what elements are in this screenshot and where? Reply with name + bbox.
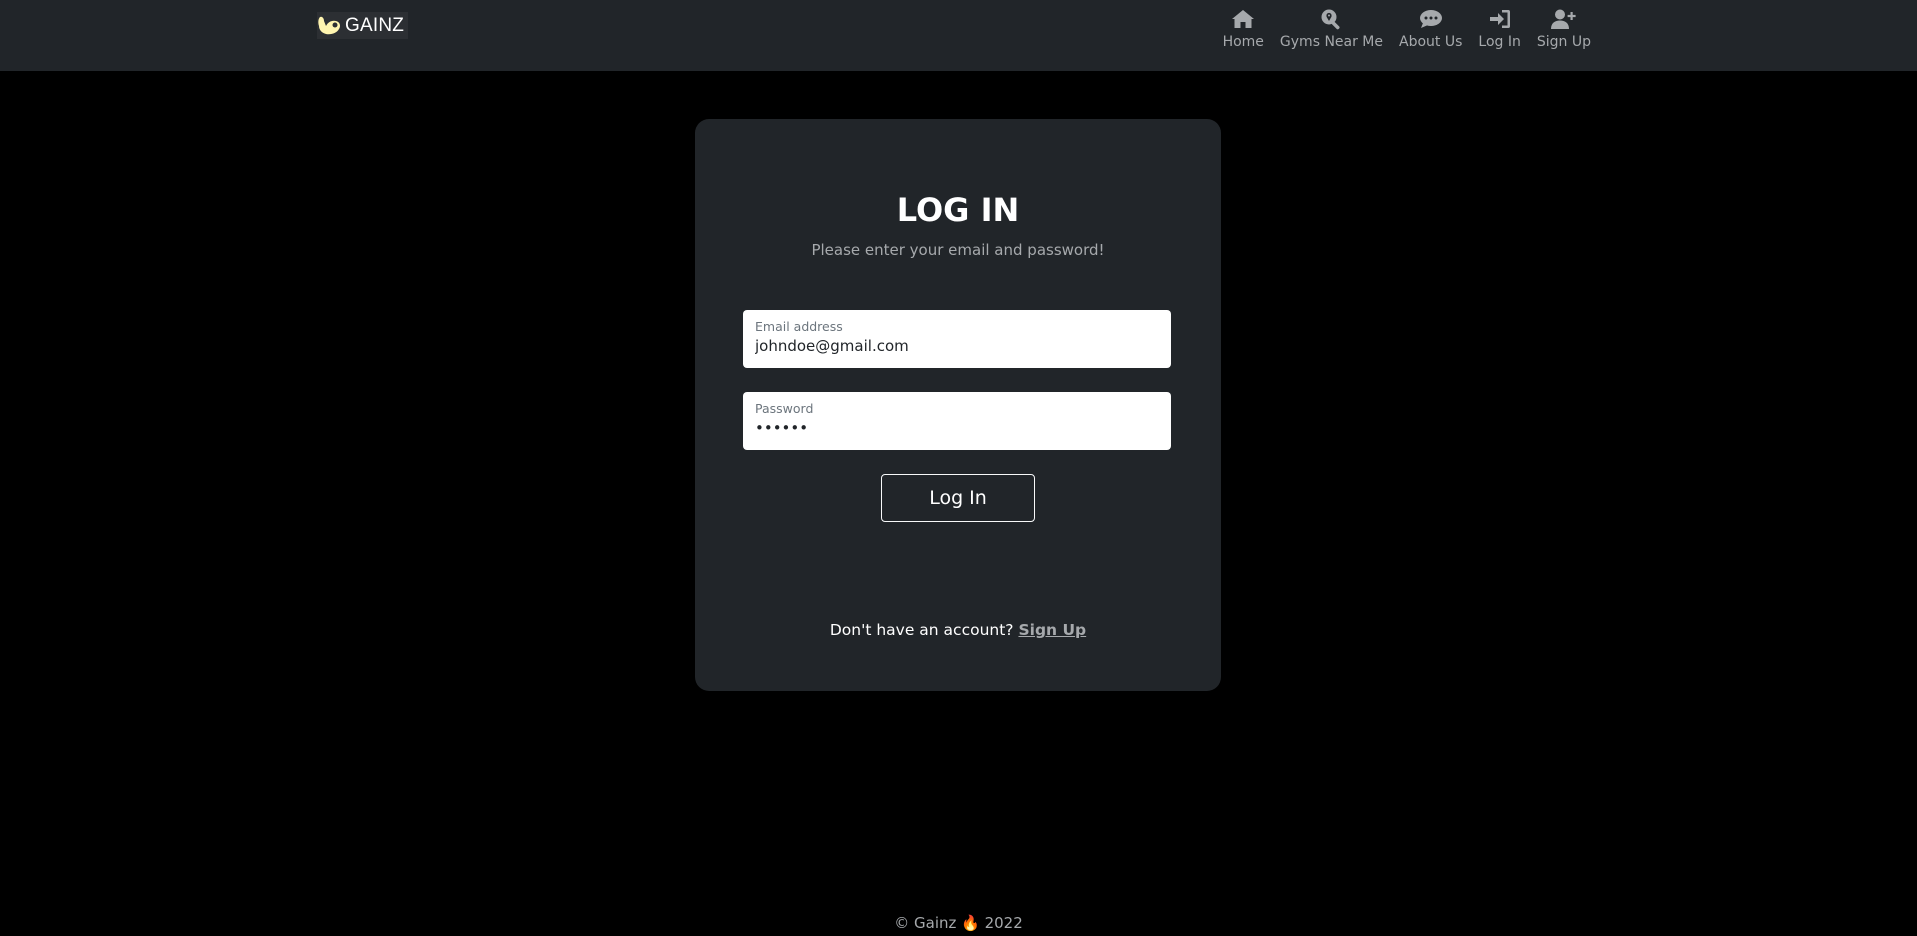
brand-logo[interactable]: GAINZ [317, 12, 409, 39]
nav-item-sign-up[interactable]: Sign Up [1529, 0, 1599, 50]
navbar: GAINZ Home Gyms Near Me About Us Log In … [0, 0, 1917, 71]
password-field[interactable]: Password [743, 392, 1171, 450]
footer: © Gainz 🔥 2022 [894, 914, 1023, 932]
nav-item-label: Sign Up [1536, 34, 1591, 50]
search-location-icon [1320, 6, 1342, 32]
nav-item-label: Home [1222, 34, 1264, 50]
log-in-button[interactable]: Log In [881, 474, 1035, 522]
password-label: Password [755, 401, 814, 416]
login-subtitle: Please enter your email and password! [811, 241, 1105, 259]
nav-item-about-us[interactable]: About Us [1391, 0, 1470, 50]
sign-in-icon [1489, 6, 1511, 32]
comment-dots-icon [1419, 6, 1443, 32]
email-label: Email address [755, 319, 843, 334]
nav-item-label: Log In [1478, 34, 1521, 50]
home-icon [1231, 6, 1255, 32]
login-card: LOG IN Please enter your email and passw… [695, 119, 1221, 691]
nav-item-label: About Us [1399, 34, 1463, 50]
signup-prompt-text: Don't have an account? [829, 621, 1014, 639]
signup-prompt: Don't have an account? Sign Up [695, 621, 1221, 639]
flexed-arm-icon [318, 16, 340, 34]
email-input[interactable] [755, 337, 1159, 355]
password-input[interactable] [755, 419, 1159, 437]
email-field[interactable]: Email address [743, 310, 1171, 368]
nav-item-label: Gyms Near Me [1279, 34, 1384, 50]
main-nav: Home Gyms Near Me About Us Log In Sign U… [1215, 0, 1599, 71]
sign-up-link[interactable]: Sign Up [1018, 621, 1086, 639]
nav-item-home[interactable]: Home [1215, 0, 1272, 50]
brand-name: GAINZ [345, 14, 405, 36]
nav-item-gyms-near-me[interactable]: Gyms Near Me [1272, 0, 1391, 50]
user-plus-icon [1550, 6, 1577, 32]
page-title: LOG IN [896, 191, 1020, 229]
nav-item-log-in[interactable]: Log In [1470, 0, 1528, 50]
